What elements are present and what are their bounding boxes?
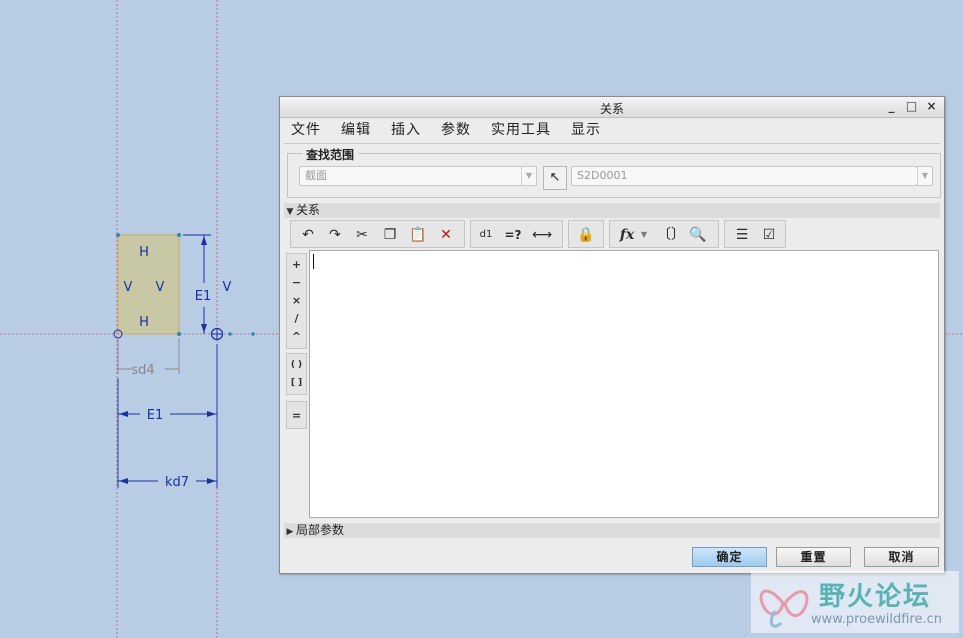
toolbar-group-edit: ↶ ↷ ✂ ❐ 📋 ✕	[290, 220, 465, 248]
butterfly-logo-icon	[759, 589, 809, 628]
maximize-button[interactable]: □	[905, 99, 918, 114]
operator-multiply-button[interactable]: ×	[287, 292, 306, 309]
arrowhead	[207, 478, 216, 484]
relations-editor[interactable]	[309, 250, 939, 518]
local-params-section-header[interactable]: ▶ 局部参数	[284, 523, 940, 538]
sketch-point[interactable]	[251, 332, 255, 336]
operator-sidebar: + − × / ^ ( ) [ ] =	[286, 253, 307, 433]
vertex-point[interactable]	[177, 332, 181, 336]
dimension-label-kd7[interactable]: kd7	[165, 475, 189, 490]
check-icon[interactable]: 🔍	[687, 224, 709, 246]
menu-utilities[interactable]: 实用工具	[491, 119, 551, 141]
function-icon[interactable]: fx	[616, 224, 638, 246]
dimension-label-width[interactable]: E1	[147, 408, 164, 423]
cut-icon[interactable]: ✂	[351, 224, 373, 246]
dimension-label-sd4[interactable]: sd4	[131, 363, 154, 378]
dialog-title: 关系	[599, 102, 624, 116]
relations-section-header[interactable]: ▼ 关系	[284, 203, 940, 218]
chevron-down-icon[interactable]: ▼	[917, 167, 932, 185]
sketch-point[interactable]	[228, 332, 232, 336]
operator-minus-button[interactable]: −	[287, 274, 306, 291]
operator-group-equals: =	[286, 401, 307, 429]
select-pointer-button[interactable]: ↖	[543, 166, 567, 190]
relations-section-label: 关系	[296, 203, 321, 217]
scope-type-value: 截面	[305, 169, 327, 182]
lookup-scope-group: 查找范围 截面 ▼ ↖ S2D0001 ▼	[287, 146, 941, 198]
operator-bracket-button[interactable]: [ ]	[287, 375, 306, 392]
operator-group-math: + − × / ^	[286, 253, 307, 349]
switch-dims-icon[interactable]: d1	[475, 224, 497, 246]
arrowhead	[201, 324, 207, 333]
expand-right-icon: ▶	[286, 527, 294, 537]
measure-icon[interactable]: ⟷	[531, 224, 553, 246]
dimension-label-height[interactable]: E1	[195, 289, 212, 304]
watermark-title: 野火论坛	[819, 582, 932, 612]
evaluate-icon[interactable]: =?	[502, 224, 524, 246]
watermark-url: www.proewildfire.cn	[811, 612, 942, 627]
vertex-point[interactable]	[177, 233, 181, 237]
arrowhead	[207, 411, 216, 417]
menu-divider	[284, 143, 940, 144]
operator-power-button[interactable]: ^	[287, 328, 306, 345]
forum-watermark: 野火论坛 www.proewildfire.cn	[751, 571, 959, 633]
operator-group-brackets: ( ) [ ]	[286, 353, 307, 395]
minimize-button[interactable]: _	[885, 99, 898, 114]
toolbar-group-eval: d1 =? ⟷	[470, 220, 563, 248]
undo-icon[interactable]: ↶	[297, 224, 319, 246]
arrowhead	[119, 411, 128, 417]
cancel-button[interactable]: 取消	[864, 547, 939, 567]
constraint-label-v-right[interactable]: V	[156, 280, 165, 295]
toolbar-group-lock: 🔒	[568, 220, 604, 248]
vertex-point[interactable]	[116, 233, 120, 237]
relations-dialog: 关系 _ □ × 文件 编辑 插入 参数 实用工具 显示 查找范围 截面 ▼ ↖…	[279, 96, 945, 574]
operator-equals-button[interactable]: =	[287, 407, 306, 424]
chevron-down-icon[interactable]: ▼	[521, 167, 536, 185]
lookup-scope-legend: 查找范围	[302, 146, 359, 163]
verify-icon[interactable]: ☑	[758, 224, 780, 246]
toolbar-group-verify: ☰ ☑	[724, 220, 786, 248]
menu-insert[interactable]: 插入	[391, 119, 421, 141]
constraint-label-vertical[interactable]: V	[223, 280, 232, 295]
paste-icon[interactable]: 📋	[407, 224, 429, 246]
sort-icon[interactable]: ☰	[731, 224, 753, 246]
text-caret	[313, 254, 314, 269]
constraint-label-v-left[interactable]: V	[124, 280, 133, 295]
arrowhead	[201, 236, 207, 245]
scope-type-select[interactable]: 截面 ▼	[299, 166, 537, 186]
reset-button[interactable]: 重置	[776, 547, 851, 567]
relations-toolbar: ↶ ↷ ✂ ❐ 📋 ✕ d1 =? ⟷ 🔒 fx ▼ 〔〕 🔍 ☰ ☑	[290, 220, 942, 250]
parameter-icon[interactable]: 〔〕	[657, 224, 685, 246]
redo-icon[interactable]: ↷	[324, 224, 346, 246]
expand-down-icon: ▼	[286, 207, 294, 217]
constraint-label-h-bottom[interactable]: H	[139, 315, 149, 330]
menu-edit[interactable]: 编辑	[341, 119, 371, 141]
ok-button[interactable]: 确定	[692, 547, 767, 567]
local-params-label: 局部参数	[296, 523, 345, 537]
operator-paren-button[interactable]: ( )	[287, 357, 306, 374]
delete-icon[interactable]: ✕	[435, 224, 457, 246]
scope-name-select[interactable]: S2D0001 ▼	[571, 166, 933, 186]
menu-display[interactable]: 显示	[571, 119, 601, 141]
lock-icon[interactable]: 🔒	[575, 224, 597, 246]
operator-divide-button[interactable]: /	[287, 310, 306, 327]
arrowhead	[119, 478, 128, 484]
menu-bar: 文件 编辑 插入 参数 实用工具 显示	[280, 119, 944, 141]
scope-name-value: S2D0001	[577, 169, 628, 182]
operator-plus-button[interactable]: +	[287, 256, 306, 273]
constraint-label-h-top[interactable]: H	[139, 245, 149, 260]
copy-icon[interactable]: ❐	[379, 224, 401, 246]
close-button[interactable]: ×	[925, 99, 938, 114]
window-controls: _ □ ×	[885, 99, 938, 114]
toolbar-group-insert: fx ▼ 〔〕 🔍	[609, 220, 719, 248]
menu-file[interactable]: 文件	[291, 119, 321, 141]
chevron-down-icon[interactable]: ▼	[638, 224, 650, 246]
pointer-icon: ↖	[549, 170, 561, 185]
dialog-titlebar[interactable]: 关系 _ □ ×	[280, 97, 944, 118]
menu-parameters[interactable]: 参数	[441, 119, 471, 141]
